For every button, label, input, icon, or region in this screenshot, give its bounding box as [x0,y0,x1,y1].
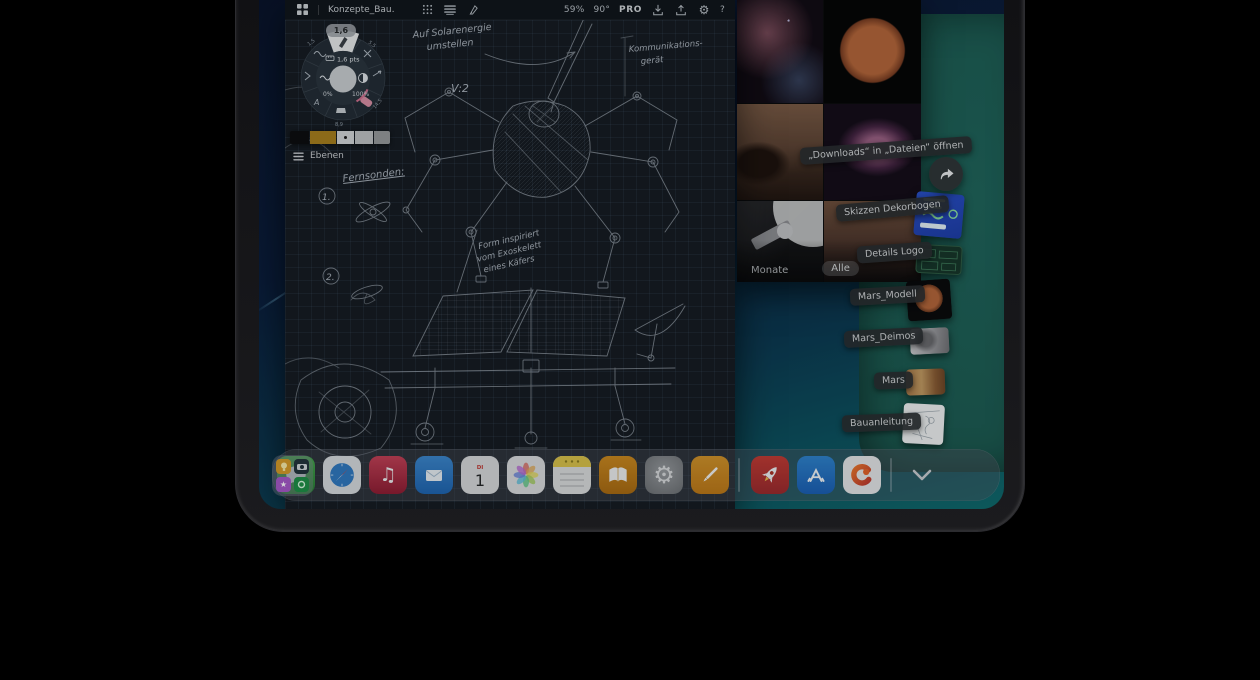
selected-swatch-dot [344,136,347,139]
drag-item-label[interactable]: Mars [874,371,913,389]
rotation-value[interactable]: 90° [593,5,610,15]
import-icon[interactable] [651,3,665,17]
zoom-level[interactable]: 59% [564,5,585,15]
swatch-darkgray[interactable] [374,131,390,144]
color-palette-bar[interactable] [290,131,390,144]
opacity-min: 0% [323,91,333,98]
photos-app-icon[interactable] [507,456,545,494]
concepts-app-icon[interactable] [843,456,881,494]
annotation-version: V:2 [451,82,469,95]
tool-wheel[interactable]: A 1,5 5,5 14,5 8,9 1,6 pts [297,24,389,130]
drag-item-label[interactable]: Bauanleitung [842,413,922,433]
app-library-icon[interactable]: ★ [272,455,313,496]
rocket-app-icon[interactable] [751,456,789,494]
document-title[interactable]: Konzepte_Bau… [328,5,394,15]
mini-app-star: ★ [276,477,291,492]
layers-stack-icon[interactable] [443,3,457,17]
toolbar-divider [318,5,319,15]
safari-app-icon[interactable] [323,456,361,494]
app-store-app-icon[interactable] [797,456,835,494]
swatch-gray[interactable] [355,131,372,144]
mini-app-ring [294,477,309,492]
mail-app-icon[interactable] [415,456,453,494]
stroke-size-value: 1,6 pts [337,56,360,64]
segment-monate[interactable]: Monate [751,265,788,276]
annotation-probes: Fernsonden: [342,166,405,185]
annotation-comm-2: gerät [640,55,664,67]
swatch-lightgray-selected[interactable] [337,131,354,144]
probe-dish [777,223,793,239]
dock: ♫ DI 1 [272,449,1000,501]
opacity-max: 100% [352,91,369,98]
forward-arrow-icon [937,166,955,182]
swatch-gold[interactable] [310,131,336,144]
annotation-solar-1: Auf Solarenergie [411,22,492,41]
notes-app-icon[interactable] [553,456,591,494]
text-tool-icon: A [313,98,319,107]
layers-button[interactable]: Ebenen [293,151,344,161]
concepts-toolbar: Konzepte_Bau… 59% 90° PRO [285,0,735,20]
photo-thumb-horsehead-nebula[interactable] [737,0,823,103]
mini-app-camera [294,459,309,474]
concepts-app-window: Konzepte_Bau… 59% 90° PRO [285,0,735,509]
swatch-black[interactable] [290,131,309,144]
calendar-app-icon[interactable]: DI 1 [461,456,499,494]
current-color-well [330,66,357,93]
size-tooltip: 1,6 [326,24,356,37]
segment-alle[interactable]: Alle [822,261,859,276]
books-app-icon[interactable] [599,456,637,494]
fill-tool-icon [336,108,346,113]
pro-badge[interactable]: PRO [619,5,642,15]
ring-size-4: 8,9 [335,122,343,128]
mini-app-lightbulb [276,459,291,474]
settings-app-icon[interactable]: ⚙ [645,456,683,494]
dock-chevron-down[interactable] [906,464,938,486]
ipad-screen: Konzepte_Bau… 59% 90° PRO [259,0,1004,509]
photo-thumb-mars-globe[interactable] [824,0,921,103]
annotation-num2: 2. [326,273,335,283]
annotation-num1: 1. [322,193,331,203]
layers-label: Ebenen [310,151,344,161]
pen-nib-icon[interactable] [466,3,480,17]
gallery-grid-icon[interactable] [295,3,309,17]
annotation-solar-2: umstellen [426,37,474,53]
precision-grid-icon[interactable] [420,3,434,17]
dock-divider [738,458,740,492]
music-app-icon[interactable]: ♫ [369,456,407,494]
dock-divider [890,458,892,492]
share-forward-button[interactable] [929,157,963,191]
ring-size-1: 1,5 [307,38,317,48]
export-icon[interactable] [674,3,688,17]
calendar-day: 1 [475,473,485,489]
annotation-comm-1: Kommunikations- [628,39,703,55]
hamburger-icon [293,152,304,161]
linea-sketch-app-icon[interactable] [691,456,729,494]
page: Konzepte_Bau… 59% 90° PRO [0,0,1260,680]
chevron-down-icon [912,469,932,481]
settings-gear-icon[interactable]: ⚙ [697,3,711,17]
help-button[interactable]: ? [720,5,725,15]
